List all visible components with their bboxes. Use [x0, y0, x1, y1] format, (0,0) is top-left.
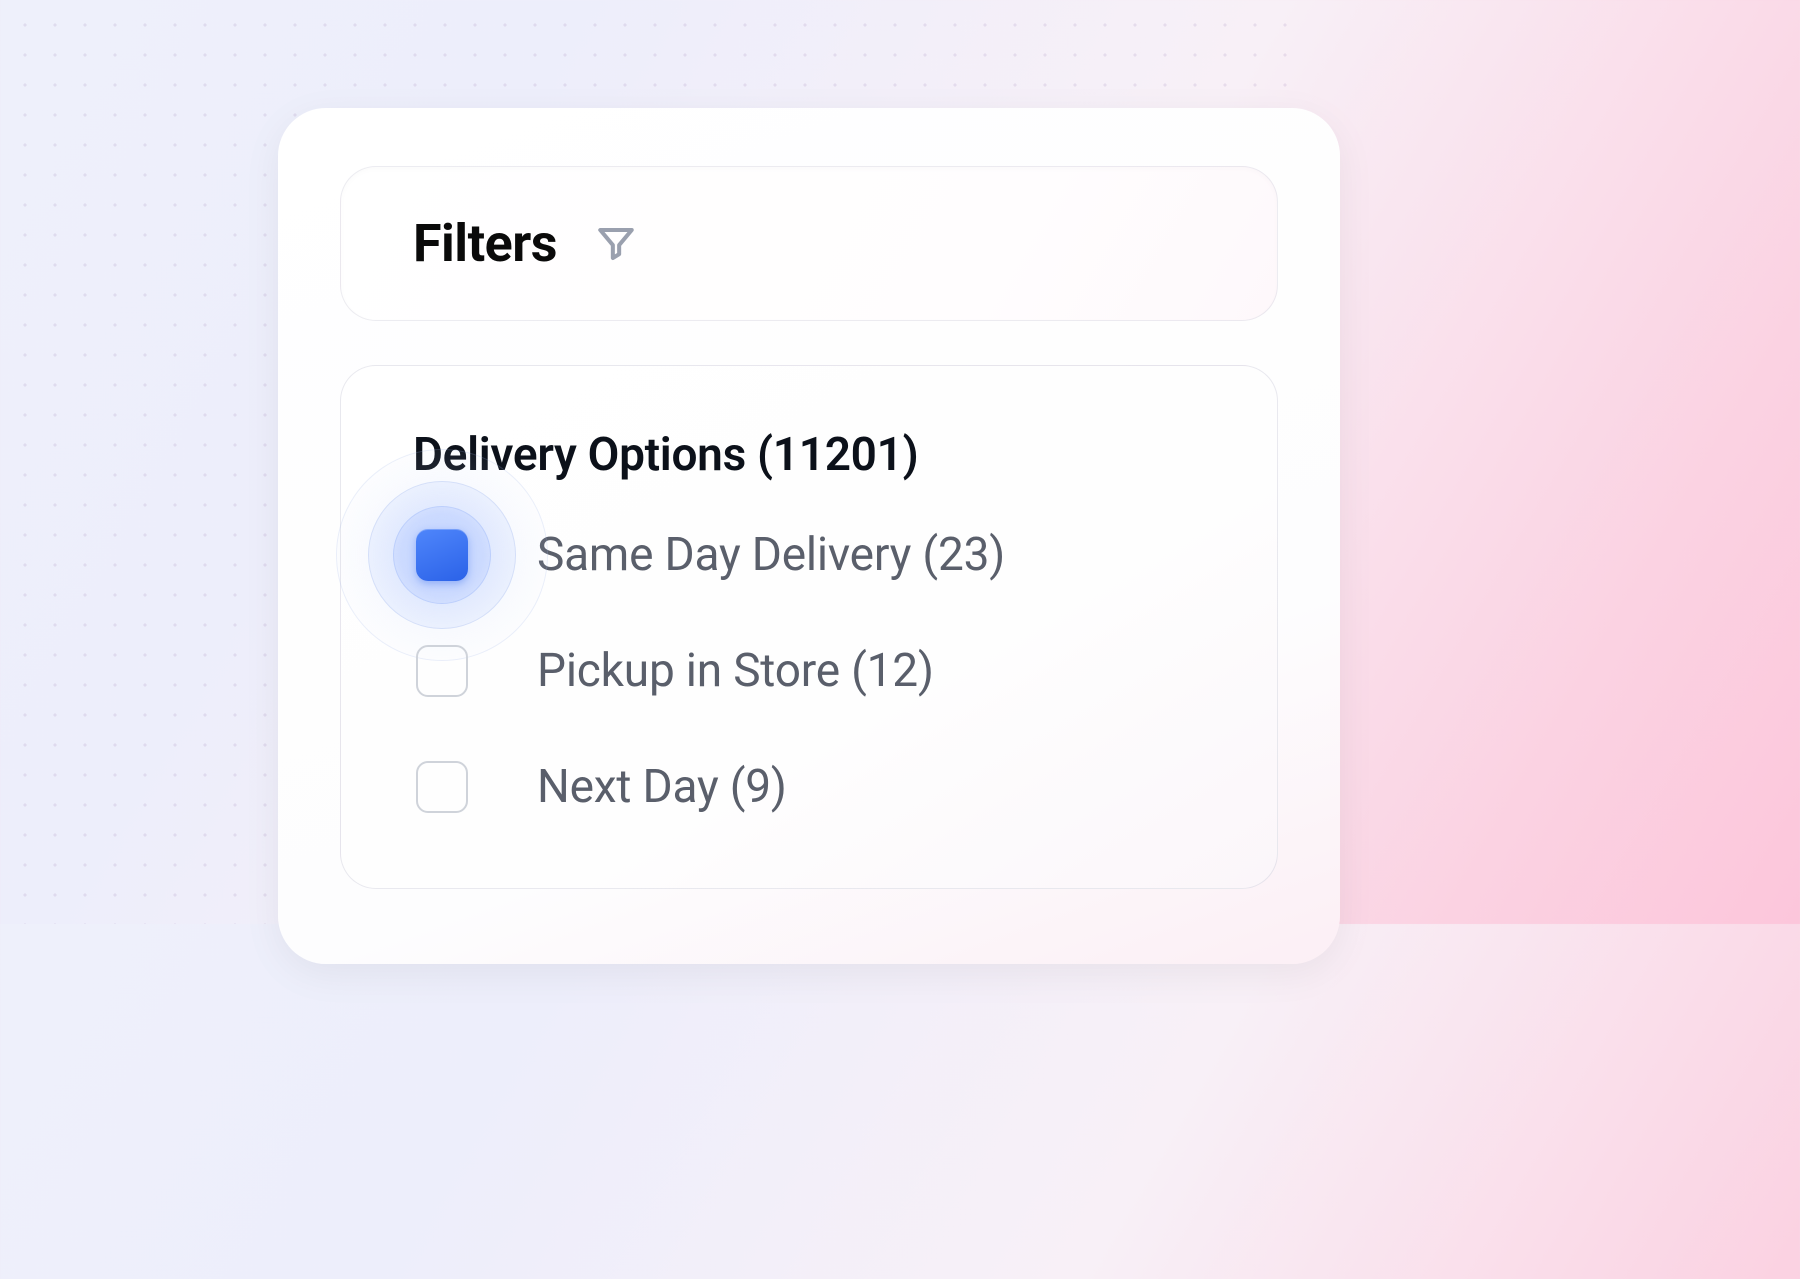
filters-panel: Filters Delivery Options (11201) Same Da… — [278, 108, 1340, 964]
option-same-day-delivery[interactable]: Same Day Delivery (23) — [413, 526, 1205, 584]
delivery-options-group: Delivery Options (11201) Same Day Delive… — [340, 365, 1278, 889]
option-label: Pickup in Store (12) — [537, 644, 934, 698]
option-next-day[interactable]: Next Day (9) — [413, 758, 1205, 816]
section-title: Delivery Options (11201) — [413, 428, 1205, 482]
funnel-icon — [595, 223, 637, 265]
panel-title: Filters — [413, 213, 557, 274]
option-pickup-in-store[interactable]: Pickup in Store (12) — [413, 642, 1205, 700]
checkbox-next-day[interactable] — [413, 758, 471, 816]
checkbox-unchecked-icon — [416, 645, 468, 697]
checkbox-pickup-in-store[interactable] — [413, 642, 471, 700]
checkbox-checked-icon — [416, 529, 468, 581]
option-label: Same Day Delivery (23) — [537, 528, 1005, 582]
checkbox-same-day-delivery[interactable] — [413, 526, 471, 584]
filters-header: Filters — [340, 166, 1278, 321]
option-label: Next Day (9) — [537, 760, 787, 814]
checkbox-unchecked-icon — [416, 761, 468, 813]
